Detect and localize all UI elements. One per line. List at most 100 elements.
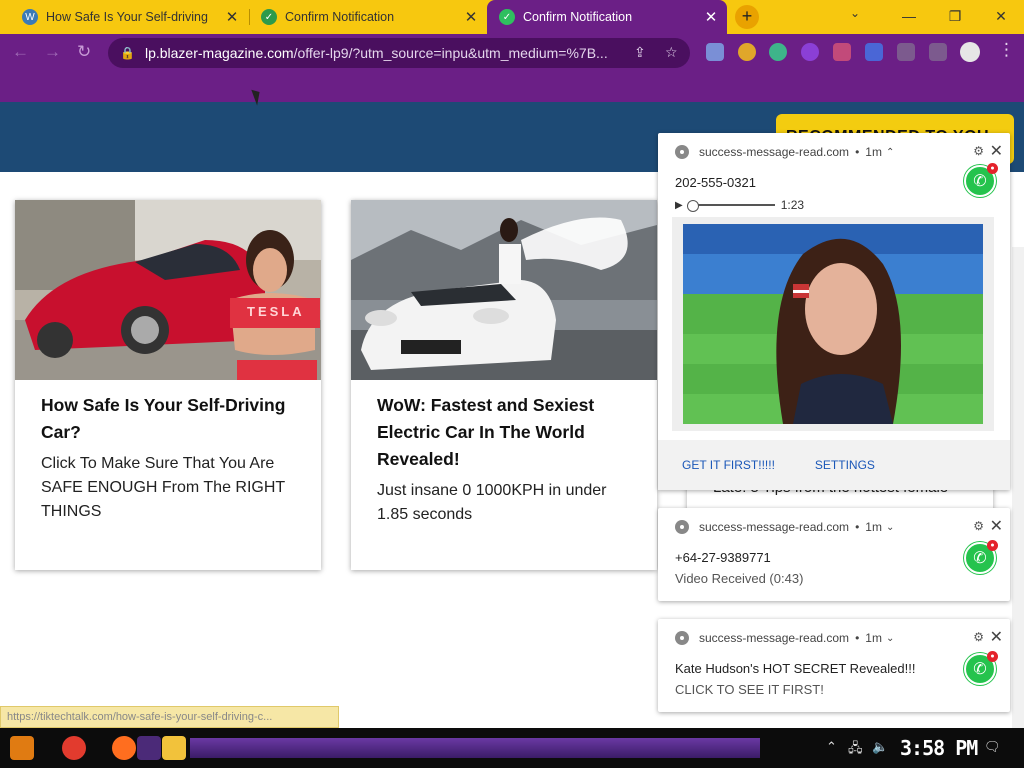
chrome-taskbar-icon[interactable] <box>62 736 86 760</box>
file-explorer-icon[interactable] <box>162 736 186 760</box>
expand-icon[interactable]: ⌄ <box>886 633 894 644</box>
chrome-icon <box>675 520 689 534</box>
back-icon[interactable]: ← <box>12 42 29 62</box>
settings-gear-icon[interactable]: ⚙ <box>973 519 984 533</box>
expand-icon[interactable]: ⌄ <box>886 522 894 533</box>
reload-icon[interactable]: ↻ <box>77 42 91 62</box>
notification-header: success-message-read.com • 1m ⌃ ⚙ ✕ <box>658 139 1010 165</box>
tab-confirm-notification-2[interactable]: ✓ Confirm Notification ✕ <box>487 0 727 34</box>
notification-phone: +64-27-9389771 <box>675 550 771 565</box>
settings-button[interactable]: SETTINGS <box>815 458 875 472</box>
close-notification-icon[interactable]: ✕ <box>990 627 1003 647</box>
close-tab-icon[interactable]: ✕ <box>224 8 240 26</box>
taskbar-decoration <box>190 738 760 758</box>
white-sports-car-photo <box>351 200 657 380</box>
restore-icon[interactable]: ❐ <box>932 0 978 34</box>
extension-icon[interactable] <box>801 43 819 61</box>
address-bar[interactable]: 🔒 lp.blazer-magazine.com/offer-lp9/?utm_… <box>108 38 690 68</box>
puzzle-icon[interactable] <box>897 43 915 61</box>
extension-icon[interactable] <box>769 43 787 61</box>
chrome-icon <box>675 145 689 159</box>
notification-title: Kate Hudson's HOT SECRET Revealed!!! <box>675 661 916 676</box>
tab-title: How Safe Is Your Self-driving <box>46 10 208 24</box>
check-icon: ✓ <box>261 9 277 25</box>
article-image[interactable] <box>351 200 657 380</box>
notification-image[interactable] <box>672 217 994 431</box>
get-it-first-button[interactable]: GET IT FIRST!!!!! <box>682 458 775 472</box>
new-tab-button[interactable]: + <box>735 5 759 29</box>
extension-icon[interactable] <box>706 43 724 61</box>
notification-badge: ● <box>987 163 998 174</box>
bookmark-star-icon[interactable]: ☆ <box>665 44 678 61</box>
minimize-icon[interactable]: — <box>886 0 932 34</box>
taskbar-clock[interactable]: 3:58 PM <box>900 736 978 760</box>
notification-source: success-message-read.com <box>699 520 850 534</box>
address-path: /offer-lp9/?utm_source=inpu&utm_medium=%… <box>293 45 608 61</box>
chrome-icon <box>675 631 689 645</box>
start-icon[interactable] <box>10 736 34 760</box>
audio-progress-bar[interactable] <box>686 200 775 212</box>
push-notification[interactable]: success-message-read.com • 1m ⌄ ⚙ ✕ Kate… <box>658 619 1010 712</box>
volume-icon[interactable]: 🔈 <box>872 739 888 755</box>
close-window-icon[interactable]: ✕ <box>978 0 1024 34</box>
page-scrollbar[interactable] <box>1012 247 1024 728</box>
tab-title: Confirm Notification <box>523 10 633 24</box>
share-icon[interactable]: ⇪ <box>634 44 646 61</box>
window-controls: — ❐ ✕ <box>886 0 1024 34</box>
article-card[interactable]: WoW: Fastest and Sexiest Electric Car In… <box>351 200 657 570</box>
notification-message: CLICK TO SEE IT FIRST! <box>675 682 824 697</box>
notification-actions: GET IT FIRST!!!!! SETTINGS <box>658 440 1010 490</box>
close-tab-icon[interactable]: ✕ <box>463 8 479 26</box>
close-notification-icon[interactable]: ✕ <box>990 516 1003 536</box>
notification-header: success-message-read.com • 1m ⌄ ⚙ ✕ <box>658 625 1010 651</box>
tab-title: Confirm Notification <box>285 10 395 24</box>
extension-icon[interactable] <box>833 43 851 61</box>
taskbar: ⌃ 🖧 🔈 3:58 PM 🗨 <box>0 728 1024 768</box>
notification-header: success-message-read.com • 1m ⌄ ⚙ ✕ <box>658 514 1010 540</box>
tab-search-icon[interactable]: ⌄ <box>850 6 860 20</box>
close-notification-icon[interactable]: ✕ <box>990 141 1003 161</box>
notification-age: 1m <box>865 145 882 159</box>
article-card[interactable]: TESLA How Safe Is Your Self-Driving Car?… <box>15 200 321 570</box>
notification-age: 1m <box>865 631 882 645</box>
notification-badge: ● <box>987 651 998 662</box>
close-tab-icon[interactable]: ✕ <box>703 8 719 26</box>
notification-source: success-message-read.com <box>699 631 850 645</box>
media-taskbar-icon[interactable] <box>137 736 161 760</box>
menu-icon[interactable]: ⋮ <box>998 40 1015 60</box>
forward-icon[interactable]: → <box>44 42 61 62</box>
article-title[interactable]: WoW: Fastest and Sexiest Electric Car In… <box>377 392 631 473</box>
collapse-icon[interactable]: ⌃ <box>886 147 894 158</box>
tab-confirm-notification-1[interactable]: ✓ Confirm Notification ✕ <box>249 0 487 34</box>
notification-phone: 202-555-0321 <box>675 175 756 190</box>
settings-gear-icon[interactable]: ⚙ <box>973 144 984 158</box>
tray-chevron-icon[interactable]: ⌃ <box>826 739 837 755</box>
firefox-taskbar-icon[interactable] <box>112 736 136 760</box>
network-icon[interactable]: 🖧 <box>848 739 863 761</box>
check-icon: ✓ <box>499 9 515 25</box>
push-notification[interactable]: success-message-read.com • 1m ⌄ ⚙ ✕ +64-… <box>658 508 1010 601</box>
profile-avatar[interactable] <box>960 42 980 62</box>
address-url: lp.blazer-magazine.com/offer-lp9/?utm_so… <box>145 45 645 61</box>
notification-age: 1m <box>865 520 882 534</box>
article-image[interactable]: TESLA <box>15 200 321 380</box>
whatsapp-icon: ✆ ● <box>964 163 998 197</box>
audio-player[interactable]: ▶ 1:23 <box>675 198 1010 212</box>
notification-source: success-message-read.com <box>699 145 850 159</box>
link-status-bar: https://tiktechtalk.com/how-safe-is-your… <box>0 706 339 728</box>
action-center-icon[interactable]: 🗨 <box>984 739 1001 755</box>
whatsapp-icon: ✆ ● <box>964 651 998 685</box>
browser-toolbar: ← → ↻ 🔒 lp.blazer-magazine.com/offer-lp9… <box>0 34 1024 72</box>
tesla-car-photo <box>15 200 321 380</box>
extension-icon[interactable] <box>865 43 883 61</box>
lock-icon[interactable]: 🔒 <box>120 46 135 60</box>
tab-how-safe[interactable]: W How Safe Is Your Self-driving ✕ <box>10 0 248 34</box>
side-panel-icon[interactable] <box>929 43 947 61</box>
extension-icon[interactable] <box>738 43 756 61</box>
play-icon[interactable]: ▶ <box>675 200 683 211</box>
push-notification[interactable]: success-message-read.com • 1m ⌃ ⚙ ✕ 202-… <box>658 133 1010 490</box>
wordpress-icon: W <box>22 9 38 25</box>
settings-gear-icon[interactable]: ⚙ <box>973 630 984 644</box>
stadium-woman-photo <box>683 224 983 424</box>
article-title[interactable]: How Safe Is Your Self-Driving Car? <box>41 392 295 446</box>
